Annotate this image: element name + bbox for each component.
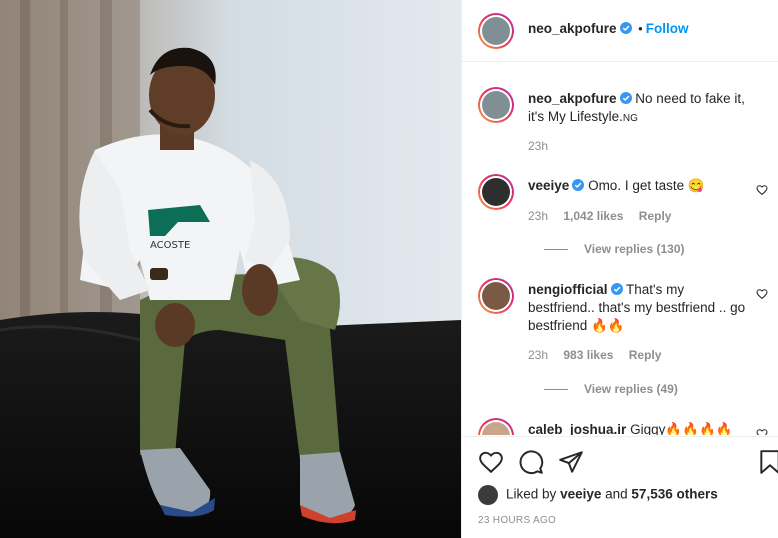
comment-avatar[interactable] (478, 278, 514, 314)
replies-line (544, 249, 568, 251)
comment-time: 23h (528, 209, 549, 223)
comment-meta: 23h 1,042 likes Reply (528, 209, 683, 223)
comment-text: Giggy🔥🔥🔥🔥 (630, 422, 733, 435)
comment-icon[interactable] (518, 449, 544, 475)
comment-text-block: nengiofficial That's my bestfriend.. tha… (528, 281, 748, 335)
caption-item: neo_akpofure No need to fake it, it's My… (478, 87, 768, 167)
comment-heart-icon[interactable] (756, 288, 768, 300)
header-username[interactable]: neo_akpofure (528, 21, 617, 36)
liked-by-and: and (605, 486, 628, 502)
comment-username[interactable]: caleb_joshua.ir (528, 422, 626, 435)
comment-item: veeiye Omo. I get taste 😋 23h 1,042 like… (478, 174, 768, 264)
verified-badge-icon (610, 283, 623, 295)
header-dot-separator: • (638, 21, 643, 36)
comment-username[interactable]: veeiye (528, 178, 569, 193)
post-photo-illustration: ACOSTE (0, 0, 461, 538)
heart-icon[interactable] (478, 449, 504, 475)
comment-avatar[interactable] (478, 174, 514, 210)
post-actions: Liked by veeiye and 57,536 others 23 HOU… (462, 436, 778, 538)
comment-likes[interactable]: 1,042 likes (563, 209, 623, 223)
reply-button[interactable]: Reply (639, 209, 672, 223)
comment-meta: 23h 983 likes Reply (528, 348, 673, 362)
liked-by-user[interactable]: veeiye (560, 487, 601, 502)
caption-meta: 23h (528, 139, 560, 153)
comment-time: 23h (528, 348, 549, 362)
comment-text-block: veeiye Omo. I get taste 😋 (528, 177, 748, 195)
caption-time: 23h (528, 139, 549, 153)
header-user-line: neo_akpofure • Follow (528, 21, 688, 36)
view-replies-label: View replies (130) (584, 242, 685, 256)
svg-text:ACOSTE: ACOSTE (150, 240, 190, 251)
bookmark-icon[interactable] (759, 449, 778, 475)
verified-badge-icon (572, 179, 585, 191)
liked-by-prefix: Liked by (506, 486, 557, 502)
reply-button[interactable]: Reply (629, 348, 662, 362)
post-photo[interactable]: ACOSTE (0, 0, 461, 538)
post-timestamp[interactable]: 23 HOURS AGO (478, 515, 556, 526)
verified-badge-icon (619, 92, 632, 104)
view-replies-button[interactable]: View replies (49) (544, 382, 678, 396)
comment-text-block: caleb_joshua.ir Giggy🔥🔥🔥🔥 (528, 421, 748, 435)
caption-suffix: NG (622, 113, 638, 124)
comment-item: caleb_joshua.ir Giggy🔥🔥🔥🔥 (478, 418, 768, 435)
caption-avatar[interactable] (478, 87, 514, 123)
view-replies-label: View replies (49) (584, 382, 678, 396)
follow-button[interactable]: Follow (646, 21, 689, 36)
post-details-panel: neo_akpofure • Follow neo_akpofure No nee… (461, 0, 778, 538)
post-header: neo_akpofure • Follow (462, 0, 778, 62)
liked-by-line: Liked by veeiye and 57,536 others (478, 485, 718, 505)
comment-item: nengiofficial That's my bestfriend.. tha… (478, 278, 768, 398)
caption-text-block: neo_akpofure No need to fake it, it's My… (528, 90, 748, 128)
paper-plane-icon[interactable] (558, 449, 584, 475)
comment-heart-icon[interactable] (756, 428, 768, 435)
header-avatar[interactable] (478, 13, 514, 49)
caption-username[interactable]: neo_akpofure (528, 91, 617, 106)
comment-username[interactable]: nengiofficial (528, 282, 608, 297)
comment-likes[interactable]: 983 likes (563, 348, 613, 362)
replies-line (544, 389, 568, 391)
comments-list[interactable]: neo_akpofure No need to fake it, it's My… (462, 63, 778, 435)
verified-badge-icon (619, 22, 632, 34)
liked-by-others[interactable]: 57,536 others (631, 487, 717, 502)
comment-heart-icon[interactable] (756, 184, 768, 196)
view-replies-button[interactable]: View replies (130) (544, 242, 685, 256)
liked-by-avatar[interactable] (478, 485, 498, 505)
comment-text: Omo. I get taste 😋 (588, 178, 705, 193)
comment-avatar[interactable] (478, 418, 514, 435)
